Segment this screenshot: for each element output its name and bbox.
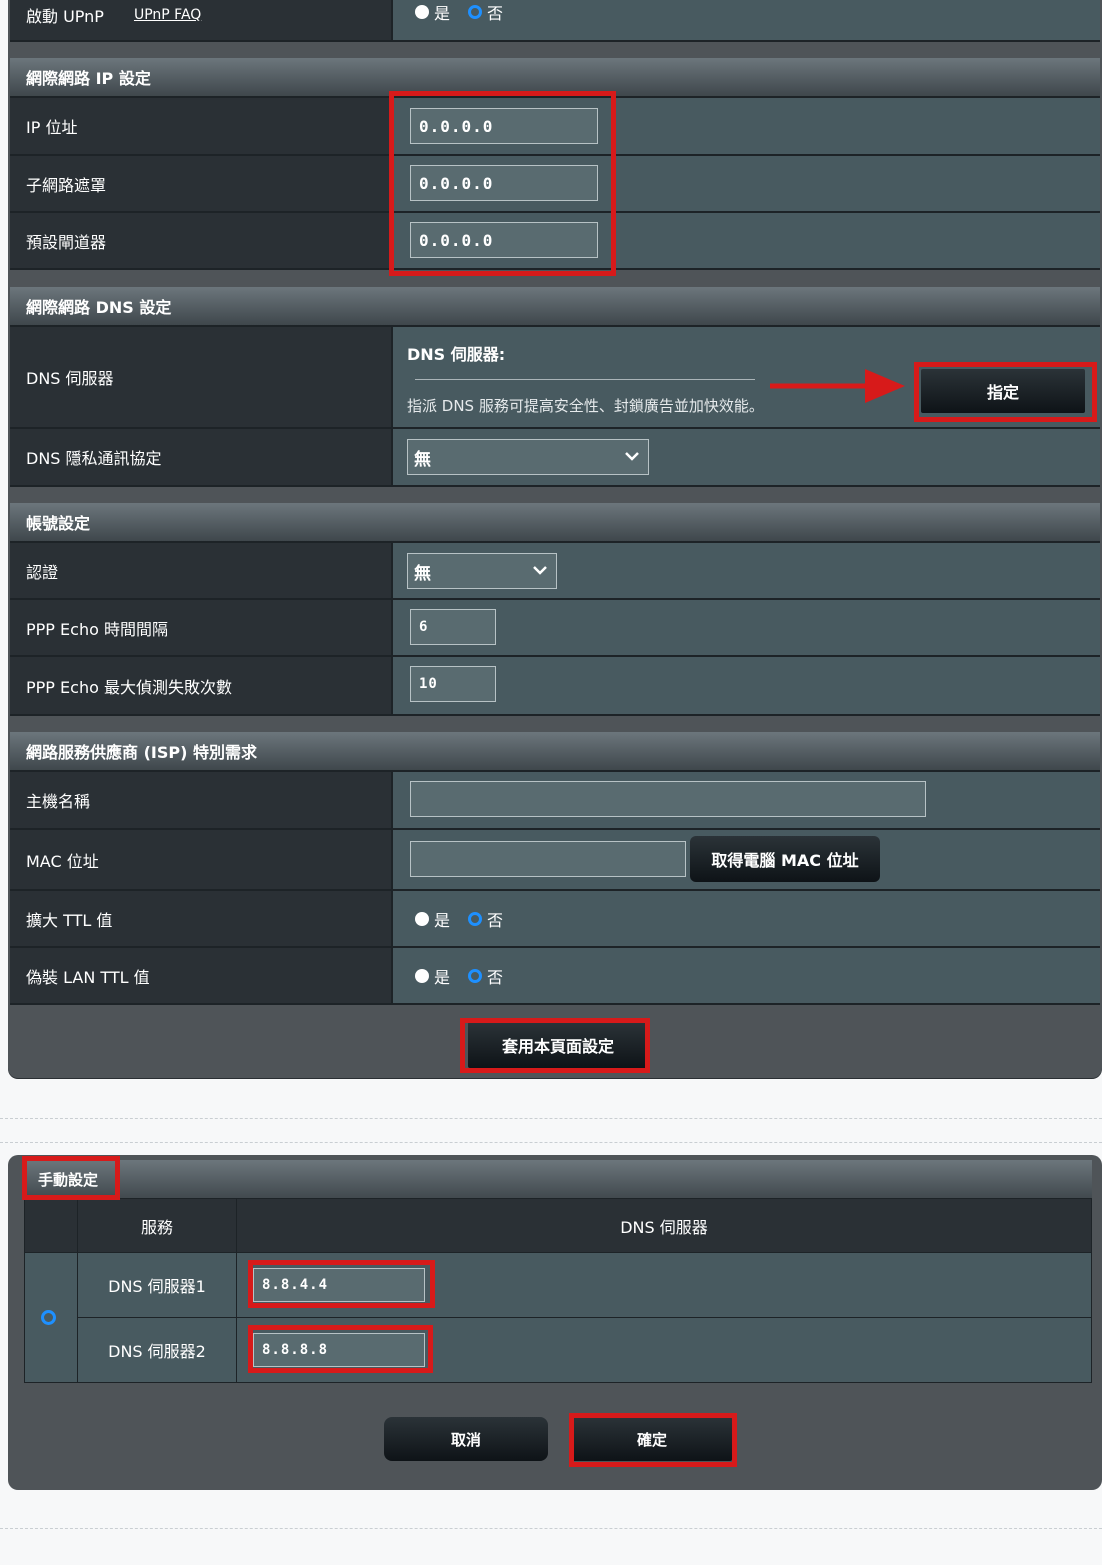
extend-ttl-row: 擴大 TTL 值 是 否 [10,891,1100,948]
dns-privacy-row: DNS 隱私通訊協定 無 [10,429,1100,487]
dns1-cell: 8.8.4.4 [237,1253,1091,1318]
spoof-ttl-radio-group: 是 否 [415,964,503,988]
hostname-input[interactable] [410,781,926,817]
gateway-label: 預設閘道器 [10,213,393,268]
chevron-down-icon [533,566,547,575]
echo-interval-row: PPP Echo 時間間隔 6 [10,600,1100,657]
extend-ttl-no-radio[interactable] [468,911,483,926]
echo-interval-input[interactable]: 6 [410,609,496,645]
subnet-mask-input[interactable]: 0.0.0.0 [410,165,598,201]
dns2-input[interactable]: 8.8.8.8 [253,1333,425,1367]
auth-label: 認證 [10,543,393,598]
extend-ttl-no-label: 否 [487,910,504,930]
spoof-ttl-no-label: 否 [487,967,504,987]
separator-3 [0,1528,1102,1529]
wan-ip-section-title: 網際網路 IP 設定 [26,69,151,88]
upnp-row: 啟動 UPnP UPnP FAQ 是 否 [10,0,1100,42]
ip-label: IP 位址 [10,98,393,154]
upnp-yes-radio[interactable] [415,5,429,19]
spoof-ttl-row: 偽裝 LAN TTL 值 是 否 [10,948,1100,1005]
isp-section-title: 網路服務供應商 (ISP) 特別需求 [26,743,257,762]
hostname-row: 主機名稱 [10,772,1100,830]
separator-2 [0,1142,1102,1143]
upnp-no-label: 否 [487,4,504,23]
dns-divider [415,379,755,380]
gateway-row: 預設閘道器 0.0.0.0 [10,213,1100,270]
mask-label: 子網路遮罩 [10,156,393,211]
column-header-dns: DNS 伺服器 [237,1199,1091,1253]
echo-max-label: PPP Echo 最大偵測失敗次數 [10,657,393,714]
manual-dns-radio[interactable] [41,1310,56,1325]
manual-settings-title: 手動設定 [38,1171,99,1189]
upnp-value-cell: 是 否 [393,0,1100,40]
hostname-label: 主機名稱 [10,772,393,828]
manual-dns-dialog: 手動設定 服務 DNS 伺服器 DNS 伺服器1 8.8.4.4 DNS 伺服器… [8,1155,1102,1490]
dns-privacy-label: DNS 隱私通訊協定 [10,429,393,485]
upnp-radio-group: 是 否 [415,0,503,24]
separator-1 [0,1118,1102,1119]
upnp-faq-link[interactable]: UPnP FAQ [134,7,201,23]
account-section-title: 帳號設定 [26,514,91,533]
echo-max-input[interactable]: 10 [410,666,496,702]
echo-interval-label: PPP Echo 時間間隔 [10,600,393,655]
manual-select-cell [25,1253,78,1382]
extend-ttl-yes-label: 是 [434,910,451,930]
mac-row: MAC 位址 取得電腦 MAC 位址 [10,830,1100,891]
assign-dns-button[interactable]: 指定 [921,369,1085,413]
isp-section-header: 網路服務供應商 (ISP) 特別需求 [10,732,1100,772]
auth-row: 認證 無 [10,543,1100,600]
spoof-ttl-yes-radio[interactable] [415,968,429,983]
dns-server-label: DNS 伺服器 [10,327,393,427]
account-section-header: 帳號設定 [10,503,1100,543]
dns-privacy-selected: 無 [414,449,431,470]
dns-server-row: DNS 伺服器 DNS 伺服器: 指派 DNS 服務可提高安全性、封鎖廣告並加快… [10,327,1100,429]
apply-settings-button[interactable]: 套用本頁面設定 [468,1022,648,1068]
get-mac-button[interactable]: 取得電腦 MAC 位址 [690,836,880,882]
dns-privacy-select[interactable]: 無 [407,439,649,475]
dns2-label: DNS 伺服器2 [78,1318,237,1382]
dns1-label: DNS 伺服器1 [78,1253,237,1318]
extend-ttl-label: 擴大 TTL 值 [10,891,393,946]
ip-address-input[interactable]: 0.0.0.0 [410,108,598,144]
mac-label: MAC 位址 [10,830,393,889]
wan-settings-panel: 啟動 UPnP UPnP FAQ 是 否 網際網路 IP 設定 IP 位址 0.… [8,0,1102,1078]
echo-max-row: PPP Echo 最大偵測失敗次數 10 [10,657,1100,716]
dns2-cell: 8.8.8.8 [237,1318,1091,1382]
manual-dns-table: 服務 DNS 伺服器 DNS 伺服器1 8.8.4.4 DNS 伺服器2 8.8… [24,1198,1092,1383]
upnp-label-cell: 啟動 UPnP UPnP FAQ [10,0,393,40]
confirm-button[interactable]: 確定 [572,1417,732,1461]
wan-dns-section-header: 網際網路 DNS 設定 [10,287,1100,327]
spoof-ttl-label: 偽裝 LAN TTL 值 [10,948,393,1003]
manual-settings-header: 手動設定 [24,1160,1092,1200]
mac-address-input[interactable] [410,841,686,877]
wan-dns-section-title: 網際網路 DNS 設定 [26,298,172,317]
spoof-ttl-yes-label: 是 [434,967,451,987]
table-header-blank [25,1199,78,1253]
ip-row: IP 位址 0.0.0.0 [10,98,1100,156]
upnp-yes-label: 是 [434,4,451,23]
extend-ttl-yes-radio[interactable] [415,911,429,926]
arrow-right-icon [770,369,905,403]
upnp-label: 啟動 UPnP [26,7,104,26]
spoof-ttl-no-radio[interactable] [468,968,483,983]
auth-selected: 無 [414,563,431,584]
extend-ttl-radio-group: 是 否 [415,907,503,931]
upnp-no-radio[interactable] [468,5,483,19]
column-header-service: 服務 [78,1199,237,1253]
wan-ip-section-header: 網際網路 IP 設定 [10,58,1100,98]
auth-select[interactable]: 無 [407,553,557,589]
dns-hint-text: 指派 DNS 服務可提高安全性、封鎖廣告並加快效能。 [407,397,764,415]
dns1-input[interactable]: 8.8.4.4 [253,1268,425,1302]
gateway-input[interactable]: 0.0.0.0 [410,222,598,258]
chevron-down-icon [625,452,639,461]
cancel-button[interactable]: 取消 [384,1417,548,1461]
mask-row: 子網路遮罩 0.0.0.0 [10,156,1100,213]
dns-server-heading: DNS 伺服器: [407,345,506,364]
